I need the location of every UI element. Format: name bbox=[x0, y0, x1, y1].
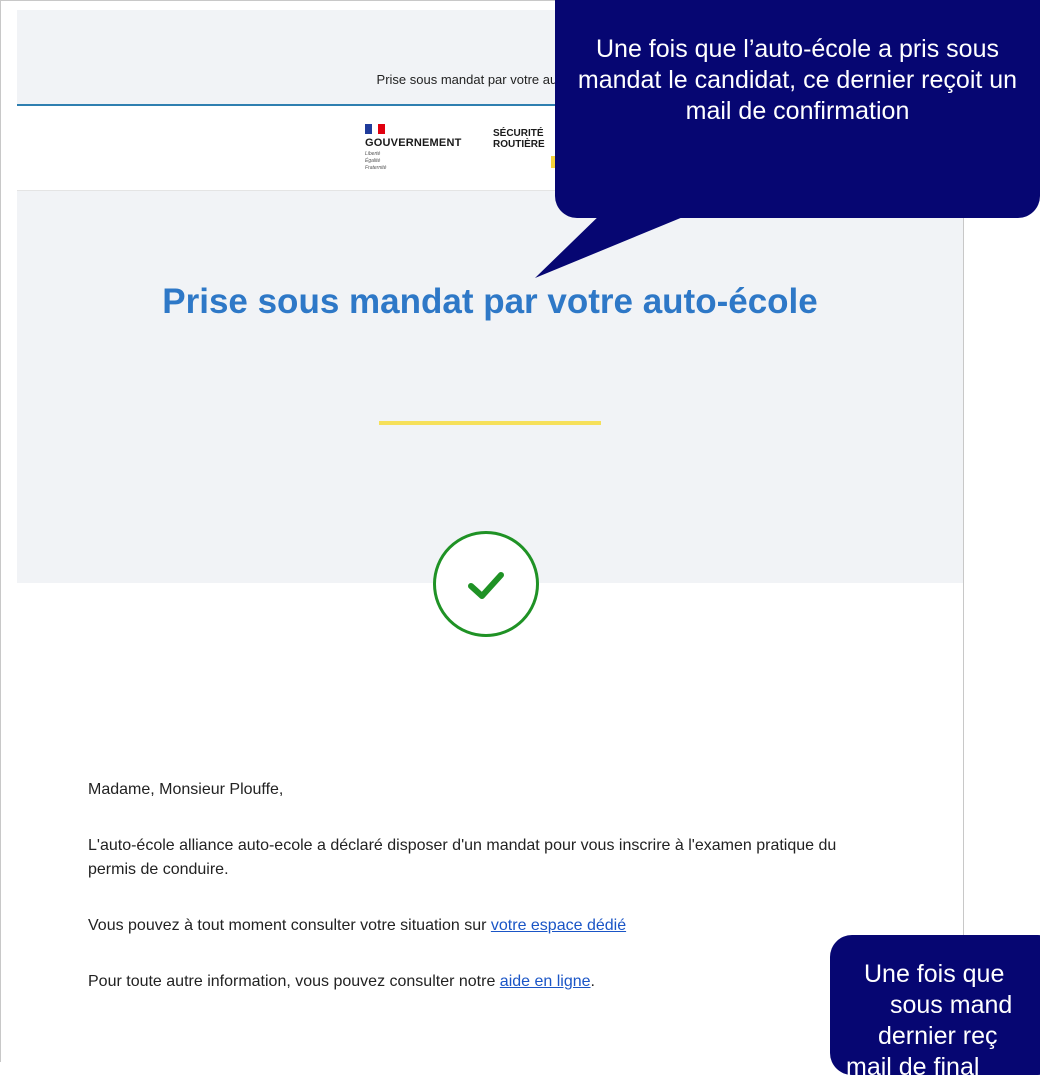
french-flag-icon bbox=[365, 124, 386, 134]
callout-bottom-line: sous mand bbox=[890, 991, 1013, 1019]
info-paragraph: Pour toute autre information, vous pouve… bbox=[88, 970, 595, 994]
callout-bottom-line: mail de final bbox=[846, 1053, 980, 1081]
hero-title: Prise sous mandat par votre auto-école bbox=[162, 282, 818, 321]
callout-top: Une fois que l’auto-école a pris sous ma… bbox=[555, 0, 1040, 218]
situation-text: Vous pouvez à tout moment consulter votr… bbox=[88, 917, 491, 934]
email-hero: Prise sous mandat par votre auto-école bbox=[17, 191, 963, 583]
gouvernement-label: GOUVERNEMENT bbox=[365, 137, 462, 149]
gouvernement-logo: GOUVERNEMENT Liberté Égalité Fraternité bbox=[365, 124, 495, 184]
hero-divider bbox=[379, 421, 601, 425]
declaration-paragraph: L'auto-école alliance auto-ecole a décla… bbox=[88, 837, 837, 878]
callout-bottom-line: dernier reç bbox=[878, 1022, 998, 1050]
greeting: Madame, Monsieur Plouffe, bbox=[88, 781, 284, 798]
info-text: Pour toute autre information, vous pouve… bbox=[88, 973, 500, 990]
espace-dedie-link[interactable]: votre espace dédié bbox=[491, 917, 626, 934]
checkmark-icon bbox=[468, 572, 504, 599]
check-circle-icon bbox=[433, 531, 539, 637]
info-suffix: . bbox=[590, 973, 595, 990]
aide-en-ligne-link[interactable]: aide en ligne bbox=[500, 973, 591, 990]
callout-bottom: Une fois que sous mand dernier reç mail … bbox=[830, 935, 1040, 1081]
gouvernement-motto: Liberté Égalité Fraternité bbox=[365, 151, 387, 171]
callout-bottom-line: Une fois que bbox=[864, 960, 1005, 988]
situation-paragraph: Vous pouvez à tout moment consulter votr… bbox=[88, 914, 626, 938]
